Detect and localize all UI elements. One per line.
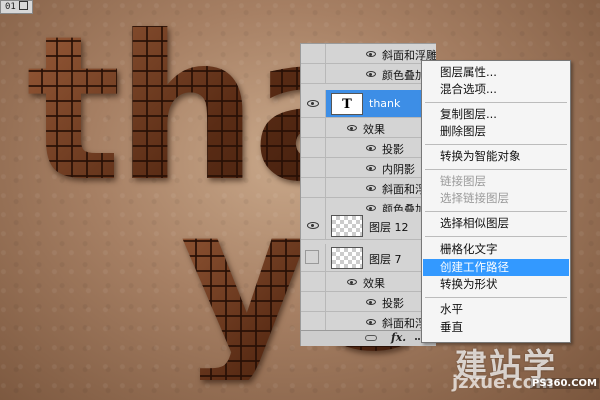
layers-panel-toolbar: fx. [301,330,436,346]
menu-item-blending-options[interactable]: 混合选项... [423,81,569,98]
visibility-toggle[interactable] [301,138,326,157]
eye-icon[interactable] [347,125,357,131]
layer-row-7[interactable]: 图层 7 [301,244,436,272]
layer-thumbnail [331,215,363,237]
visibility-toggle[interactable] [301,312,326,331]
menu-item-rasterize-type[interactable]: 栅格化文字 [423,241,569,258]
menu-divider [425,297,567,298]
eye-icon[interactable] [307,222,319,229]
eye-icon[interactable] [366,185,376,191]
eye-icon[interactable] [347,279,357,285]
layer-name[interactable]: 图层 12 [369,219,409,235]
effect-row[interactable]: 斜面和浮雕 [301,44,436,64]
document-tab-label: 01 [5,2,16,12]
menu-divider [425,102,567,103]
menu-divider [425,236,567,237]
visibility-toggle[interactable] [301,64,326,83]
eye-icon[interactable] [366,205,376,211]
eye-icon[interactable] [366,319,376,325]
layer-row-thank[interactable]: T thank [301,90,436,118]
menu-divider [425,169,567,170]
eye-icon[interactable] [366,299,376,305]
menu-item-select-linked-layers: 选择链接图层 [440,191,509,205]
fx-icon[interactable]: fx. [391,331,406,344]
effect-row[interactable]: 斜面和浮雕 [301,312,436,332]
document-tab[interactable]: 01 [0,0,33,14]
text-layer-thumbnail: T [331,93,363,115]
effect-label: 颜色叠加 [382,69,426,82]
menu-item-horizontal[interactable]: 水平 [423,301,569,318]
menu-item-duplicate-layer[interactable]: 复制图层... [423,106,569,123]
hidden-visibility-box[interactable] [305,250,319,264]
effects-label: 效果 [363,123,385,136]
watermark-source: PS360.COM [530,378,599,389]
layer-thumbnail [331,247,363,269]
effect-label: 投影 [382,297,404,310]
effect-row[interactable]: 颜色叠加 [301,64,436,84]
menu-item-select-similar-layers[interactable]: 选择相似图层 [423,215,569,232]
visibility-toggle[interactable] [301,44,326,63]
visibility-toggle[interactable] [301,178,326,197]
link-layers-icon[interactable] [365,335,377,341]
eye-icon[interactable] [366,51,376,57]
effect-label: 投影 [382,143,404,156]
visibility-toggle[interactable] [301,118,326,137]
effect-row[interactable]: 内阴影 [301,158,436,178]
layer-name[interactable]: thank [369,97,400,110]
visibility-toggle[interactable] [301,90,326,117]
layer-name[interactable]: 图层 7 [369,251,402,267]
eye-icon[interactable] [366,165,376,171]
visibility-toggle[interactable] [301,212,326,239]
effect-row[interactable]: 投影 [301,138,436,158]
menu-item-convert-to-shape[interactable]: 转换为形状 [423,276,569,293]
menu-item-layer-properties[interactable]: 图层属性... [423,64,569,81]
menu-item-create-work-path[interactable]: 创建工作路径 [423,259,569,276]
eye-icon[interactable] [366,145,376,151]
menu-divider [425,211,567,212]
layer-context-menu: 图层属性... 混合选项... 复制图层... 删除图层 转换为智能对象 链接图… [421,60,571,343]
effect-row[interactable]: 斜面和浮雕 [301,178,436,198]
visibility-toggle[interactable] [301,244,326,271]
menu-item-vertical[interactable]: 垂直 [423,319,569,336]
effect-row[interactable]: 投影 [301,292,436,312]
menu-item-delete-layer[interactable]: 删除图层 [423,123,569,140]
eye-icon[interactable] [307,100,319,107]
effect-label: 内阴影 [382,163,415,176]
effects-group-row[interactable]: 效果 [301,118,436,138]
visibility-toggle[interactable] [301,158,326,177]
close-icon[interactable] [18,1,28,10]
visibility-toggle[interactable] [301,272,326,291]
visibility-toggle[interactable] [301,292,326,311]
effects-label: 效果 [363,277,385,290]
menu-item-link-layers: 链接图层 [440,174,486,188]
effects-group-row[interactable]: 效果 [301,272,436,292]
layers-panel[interactable]: 斜面和浮雕 颜色叠加 T thank 效果 投影 内阴影 斜面和浮雕 颜色叠加 [300,43,436,346]
menu-divider [425,144,567,145]
eye-icon[interactable] [366,71,376,77]
layer-row-12[interactable]: 图层 12 [301,212,436,240]
menu-item-convert-smart-object[interactable]: 转换为智能对象 [423,148,569,165]
